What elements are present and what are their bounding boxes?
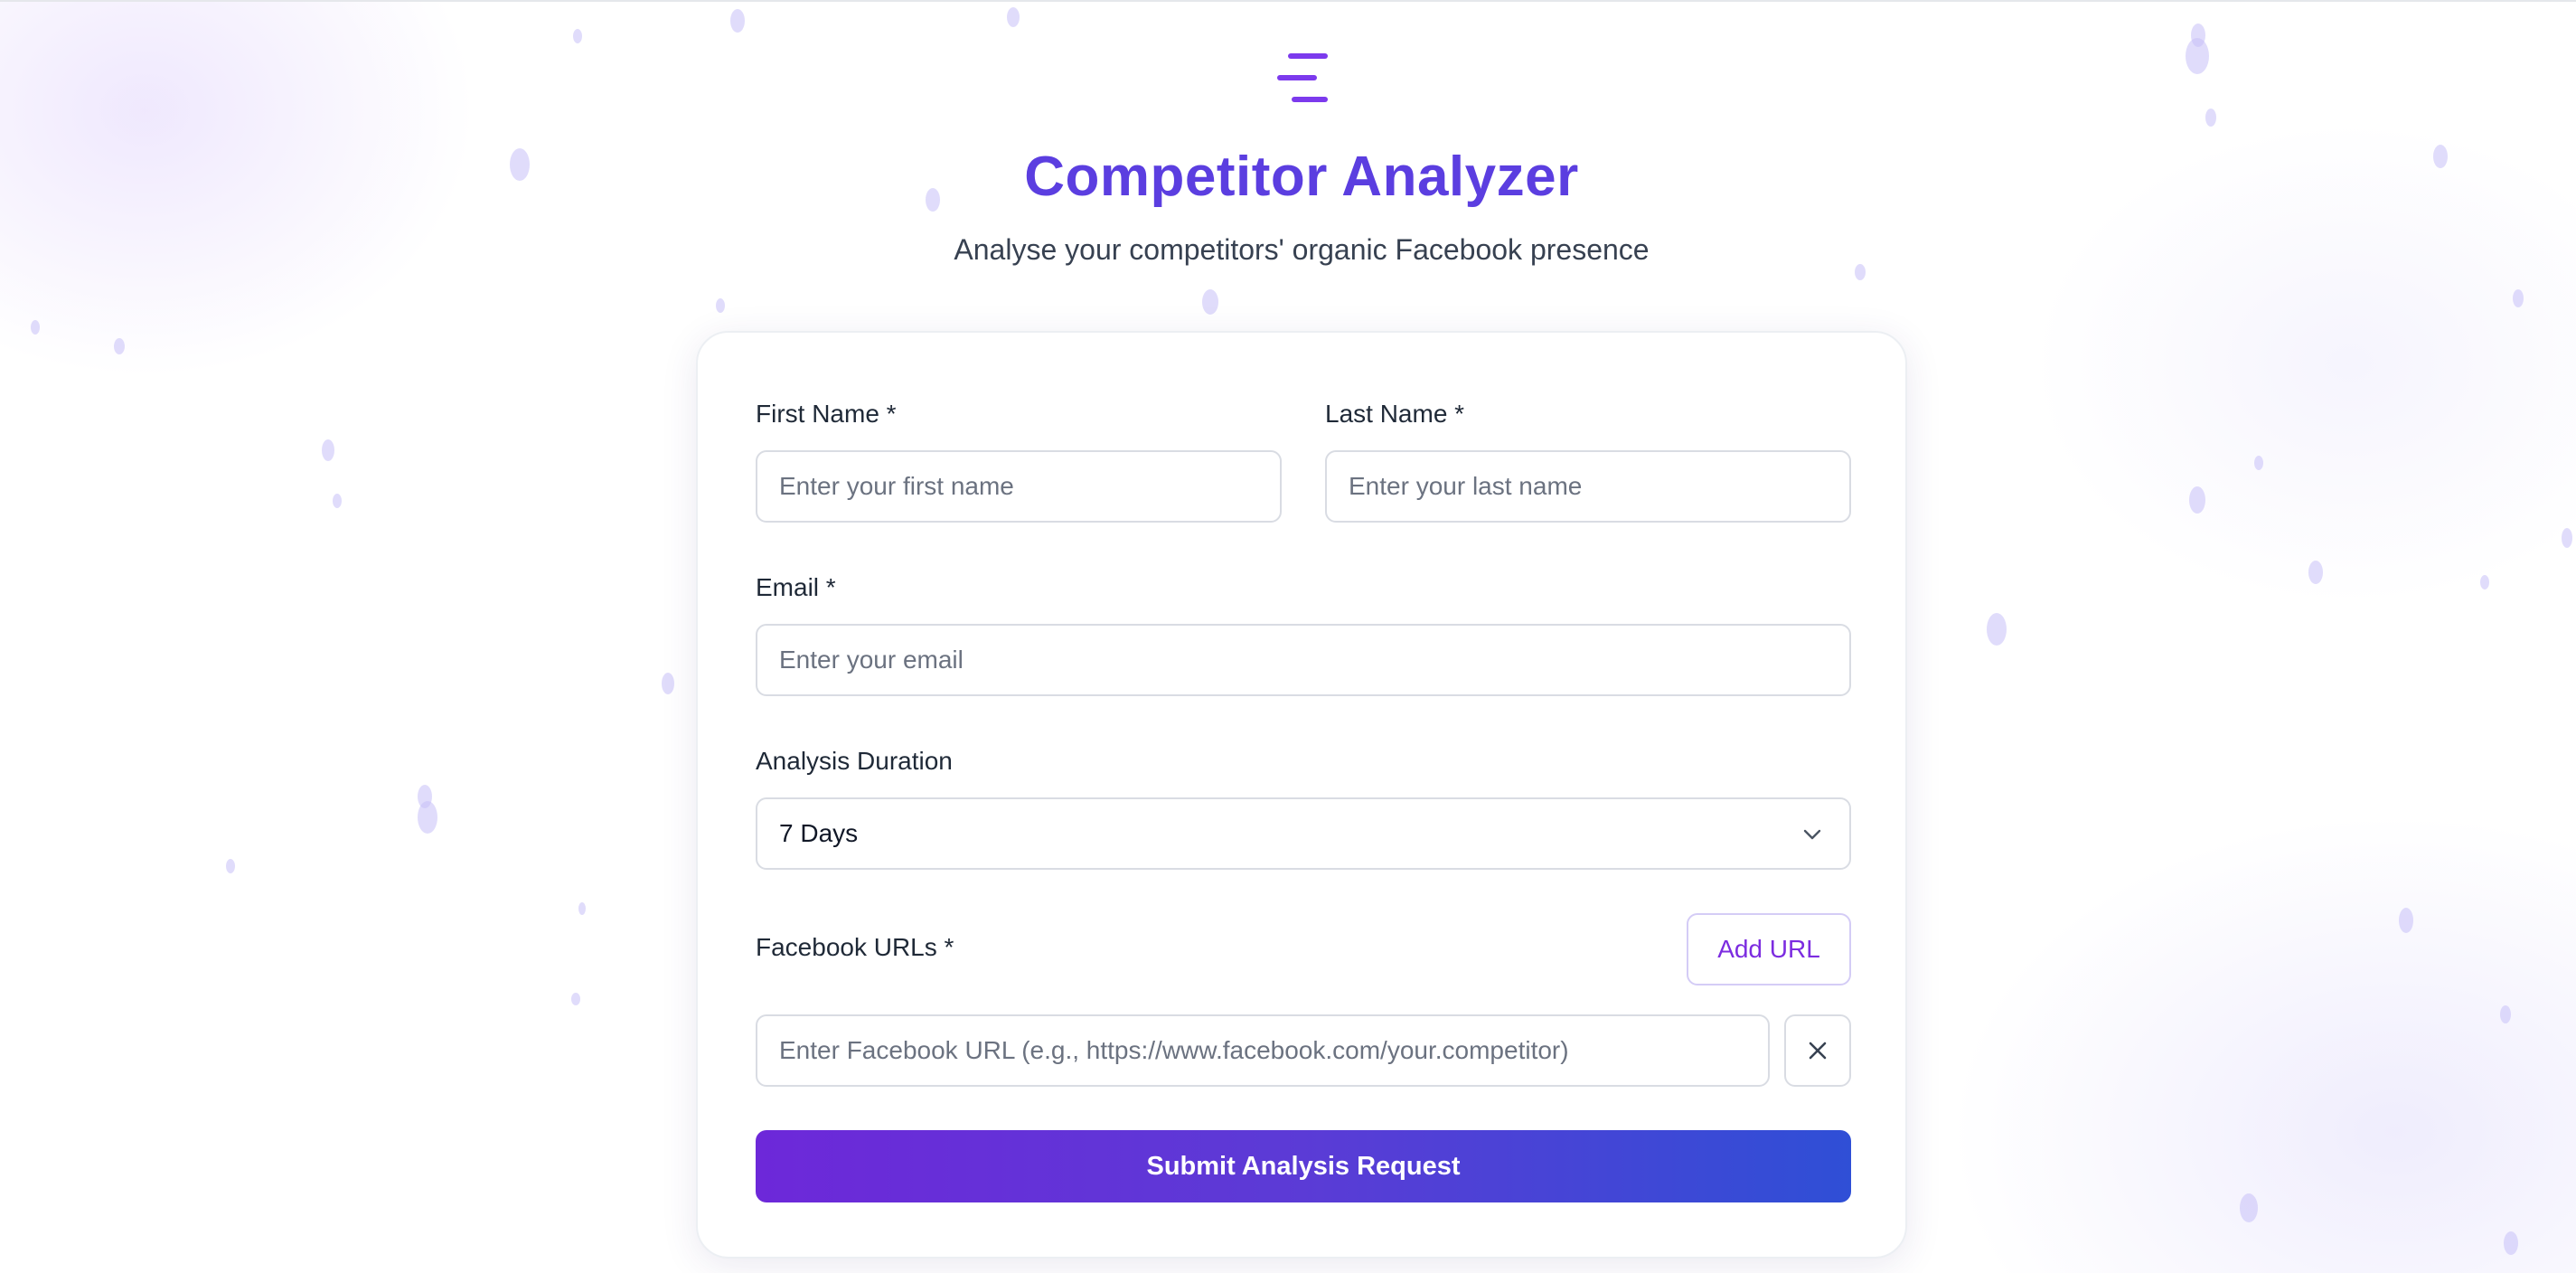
- decor-dot: [418, 801, 437, 834]
- facebook-urls-label: Facebook URLs *: [756, 933, 954, 961]
- decor-dot: [114, 338, 125, 354]
- decor-dot: [730, 9, 745, 33]
- decor-dot: [2308, 561, 2323, 584]
- decor-dot: [1007, 7, 1020, 27]
- decor-dot: [2480, 575, 2489, 589]
- add-url-button[interactable]: Add URL: [1687, 913, 1851, 985]
- page-title: Competitor Analyzer: [1024, 146, 1579, 208]
- decor-dot: [2399, 908, 2413, 933]
- menu-lines-icon: [1277, 53, 1328, 102]
- decor-dot: [333, 494, 342, 508]
- decor-dot: [573, 29, 582, 43]
- decor-dot: [571, 993, 580, 1005]
- decor-dot: [2189, 486, 2205, 514]
- decor-dot: [2513, 289, 2524, 307]
- decor-dot: [226, 859, 235, 873]
- decor-dot: [2205, 108, 2216, 127]
- decor-dot: [662, 673, 674, 694]
- analysis-form-card: First Name * Last Name * Email * Analysi…: [696, 331, 1907, 1259]
- analysis-duration-select[interactable]: 7 Days: [756, 797, 1851, 870]
- page-subtitle: Analyse your competitors' organic Facebo…: [954, 233, 1650, 266]
- decor-dot: [2186, 38, 2209, 74]
- submit-analysis-button[interactable]: Submit Analysis Request: [756, 1130, 1851, 1202]
- decor-dot: [1202, 289, 1218, 315]
- first-name-label: First Name *: [756, 400, 897, 428]
- email-input[interactable]: [756, 624, 1851, 696]
- close-icon: [1809, 1042, 1827, 1060]
- chevron-down-icon: [1803, 829, 1821, 840]
- decor-dot: [2500, 1005, 2511, 1023]
- decor-dot: [2504, 1231, 2518, 1255]
- decor-dot: [322, 439, 334, 461]
- decor-dot: [1987, 613, 2007, 646]
- last-name-input[interactable]: [1325, 450, 1851, 523]
- decor-dot: [2240, 1193, 2258, 1222]
- last-name-label: Last Name *: [1325, 400, 1465, 428]
- decor-dot: [578, 902, 586, 915]
- email-label: Email *: [756, 573, 836, 601]
- decor-dot: [31, 320, 40, 335]
- facebook-url-input[interactable]: [756, 1014, 1770, 1087]
- analysis-duration-label: Analysis Duration: [756, 747, 953, 775]
- decor-dot: [2562, 528, 2572, 548]
- first-name-input[interactable]: [756, 450, 1282, 523]
- analysis-duration-value: 7 Days: [779, 819, 859, 847]
- decor-dot: [2254, 456, 2263, 470]
- decor-dot: [716, 298, 725, 313]
- remove-url-button[interactable]: [1784, 1014, 1851, 1087]
